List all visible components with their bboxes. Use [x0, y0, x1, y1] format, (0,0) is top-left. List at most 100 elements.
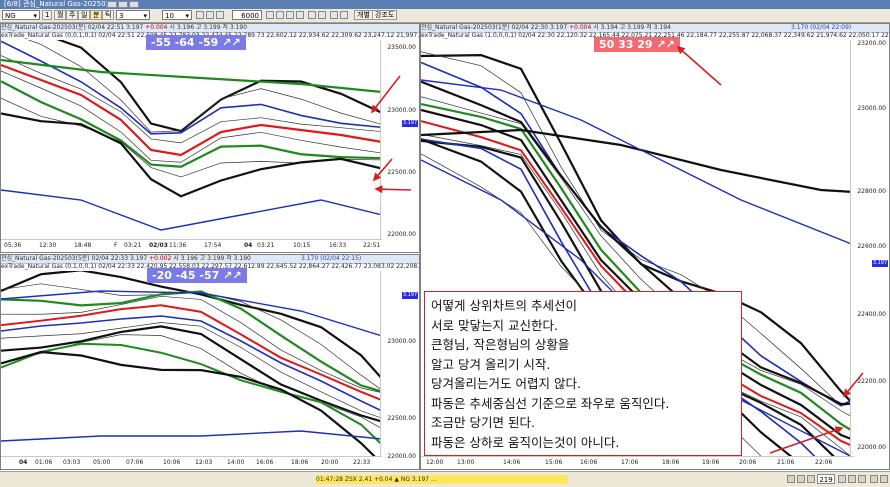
- minimize-icon[interactable]: [107, 1, 117, 8]
- first-page-icon[interactable]: [787, 475, 795, 483]
- chart-type-icon[interactable]: [266, 11, 274, 19]
- time-tick-label: 03:21: [124, 242, 142, 249]
- page-input[interactable]: 219: [817, 474, 835, 484]
- maximize-icon[interactable]: [118, 1, 128, 8]
- panel-symbol: 관심_Natural Gas-202503(1분): [421, 24, 510, 31]
- drawing-icon[interactable]: [286, 11, 294, 19]
- bar-count-input[interactable]: 6000: [232, 10, 262, 20]
- time-tick-label: 19:06: [702, 459, 720, 466]
- settings-button[interactable]: 강조도: [372, 10, 398, 20]
- time-tick-label: 10:06: [163, 459, 181, 466]
- price-axis: 23500.00 23000.00 22500.00 22000.00 3.197: [380, 40, 419, 240]
- time-tick-label: 17:06: [621, 459, 639, 466]
- window-title: [6/8] 관심_Natural Gas-202503...: [4, 0, 117, 8]
- grid-icon[interactable]: [296, 11, 304, 19]
- table-icon[interactable]: [340, 11, 348, 19]
- panel-price: 3.197: [126, 24, 144, 31]
- panel-price: 3.197: [549, 24, 568, 31]
- annotation-line: 당겨올리는거도 어렵지 않다.: [431, 376, 581, 391]
- next-page-icon[interactable]: [848, 475, 856, 483]
- time-tick-label: 16:06: [256, 459, 274, 466]
- time-tick-label: 07:06: [126, 459, 144, 466]
- price-plot[interactable]: [1, 40, 382, 242]
- annotation-line: 서로 맞닿는지 교신한다.: [431, 317, 558, 333]
- close-icon[interactable]: [129, 1, 139, 8]
- annotation-line: 큰형님, 작은형님의 상황을: [431, 337, 570, 352]
- period-minute-button[interactable]: 분: [90, 10, 103, 20]
- next-icon[interactable]: [838, 475, 846, 483]
- symbol-value: NG: [5, 12, 16, 20]
- annotation-line: 파동은 추세중심선 기준으로 좌우로 움직인다.: [431, 395, 670, 411]
- time-tick-label: F: [114, 242, 118, 249]
- zoom-in-icon[interactable]: [870, 475, 878, 483]
- crosshair-icon[interactable]: [216, 11, 224, 19]
- time-tick-label: 22:06: [815, 459, 833, 466]
- time-tick-label: 10:15: [293, 242, 311, 249]
- tab-index-button[interactable]: 1: [42, 10, 53, 20]
- chevron-down-icon: ▾: [185, 12, 189, 20]
- symbol-input[interactable]: NG ▾: [2, 10, 40, 20]
- apply-button[interactable]: 개별: [354, 10, 373, 20]
- zoom-out-icon[interactable]: [880, 475, 888, 483]
- price-tick-label: 22000.00: [857, 444, 886, 451]
- period-week-button[interactable]: 주: [66, 10, 79, 20]
- signal-badge: 50 33 29 ↗↗: [594, 37, 680, 52]
- save-icon[interactable]: [318, 11, 326, 19]
- time-tick-label: 12:30: [39, 242, 57, 249]
- price-tick-label: 23000.00: [857, 105, 886, 112]
- panel-change: +0.002: [149, 255, 172, 262]
- zoom-out-icon[interactable]: [206, 11, 214, 19]
- indicator-line: [1, 342, 382, 446]
- chart-panel-bottom-left[interactable]: 관심_Natural Gas-202503(5분) 02/04 22:33 3.…: [0, 254, 420, 470]
- period-tick-button[interactable]: 틱: [102, 10, 115, 20]
- chevron-down-icon: ▾: [33, 12, 37, 20]
- panel-date: 02/04 22:30: [511, 24, 549, 31]
- price-axis: 23200.00 23000.00 22800.00 22600.00 22400.00…: [850, 40, 889, 457]
- indicator-line: [421, 79, 854, 246]
- period-value: 3: [119, 12, 124, 20]
- time-tick-label: 12:03: [195, 459, 213, 466]
- price-tick-label: 23200.00: [857, 40, 886, 47]
- period-day-button[interactable]: 일: [78, 10, 91, 20]
- time-tick-label: 15:06: [545, 459, 563, 466]
- panel-ohlc: 시 3.196 고 3.199 저 3.190: [169, 24, 248, 31]
- price-tick-label: 22000.00: [387, 231, 416, 238]
- layout-icon[interactable]: [330, 11, 338, 19]
- print-icon[interactable]: [308, 11, 316, 19]
- zoom-in-icon[interactable]: [196, 11, 204, 19]
- current-price-tag: 3.197: [872, 260, 888, 267]
- prev-page-icon[interactable]: [797, 475, 805, 483]
- news-ticker[interactable]: 01:47:28 ZSX 2.41 +0.04 ▲ NG 3.197 …: [316, 475, 568, 484]
- panel-symbol: 관심_Natural Gas-202503(5분): [1, 255, 90, 262]
- time-axis: 12:00 13:00 14:06 15:06 16:06 17:06 18:06 19:06…: [421, 456, 854, 469]
- price-tick-label: 22200.00: [857, 378, 886, 385]
- count-select[interactable]: 10 ▾: [162, 10, 192, 20]
- time-tick-label: 05:36: [4, 242, 22, 249]
- time-tick-label: 18:48: [74, 242, 92, 249]
- time-tick-label: 20:06: [739, 459, 757, 466]
- time-tick-label: 20:00: [321, 459, 339, 466]
- price-tick-label: 23000.00: [387, 107, 416, 114]
- indicator-line: [1, 55, 382, 144]
- indicator-line: [1, 283, 382, 391]
- time-tick-label: 18:06: [291, 459, 309, 466]
- time-tick-label: 18:06: [662, 459, 680, 466]
- price-plot[interactable]: [1, 271, 382, 459]
- indicator-line: [1, 189, 382, 231]
- panel-date: 02/04 22:33: [91, 255, 129, 262]
- indicator-icon[interactable]: [276, 11, 284, 19]
- period-select[interactable]: 3 ▾: [116, 10, 150, 20]
- prev-icon[interactable]: [807, 475, 815, 483]
- indicator-line: [1, 430, 382, 442]
- current-price-tag: 3.197: [402, 292, 418, 299]
- time-tick-label: 03:21: [257, 242, 275, 249]
- chart-panel-top-left[interactable]: 관심_Natural Gas-202503(분) 02/04 22:51 3.1…: [0, 23, 420, 253]
- last-page-icon[interactable]: [858, 475, 866, 483]
- time-tick-label: 22:33: [353, 459, 371, 466]
- time-tick-label: 16:06: [580, 459, 598, 466]
- period-month-button[interactable]: 월: [54, 10, 67, 20]
- annotation-line: 조금만 당기면 된다.: [431, 415, 535, 430]
- price-axis: 23000.00 22500.00 22000.00 3.197: [380, 271, 419, 460]
- count-value: 10: [165, 12, 174, 20]
- price-tick-label: 23500.00: [387, 44, 416, 51]
